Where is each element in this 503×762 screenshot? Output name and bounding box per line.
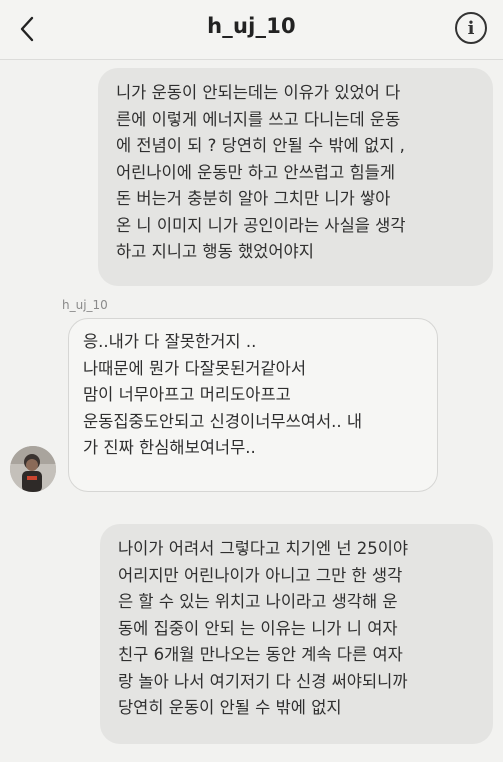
outgoing-message-bubble[interactable]: 나이가 어려서 그렇다고 치기엔 넌 25이야 어리지만 어린나이가 아니고 그… [100,524,493,744]
info-circle-icon: i [467,17,475,39]
chat-header: h_uj_10 i [0,0,503,60]
info-button[interactable]: i [455,12,487,44]
incoming-message-bubble[interactable]: 응..내가 다 잘못한거지 .. 나때문에 뭔가 다잘못된거같아서 맘이 너무아… [68,318,438,492]
conversation-title[interactable]: h_uj_10 [0,14,503,38]
sender-username: h_uj_10 [62,298,108,312]
outgoing-message-bubble[interactable]: 니가 운동이 안되는데는 이유가 있었어 다 른에 이렇게 에너지를 쓰고 다니… [98,68,493,286]
avatar-photo [10,446,56,492]
sender-avatar[interactable] [10,446,56,492]
